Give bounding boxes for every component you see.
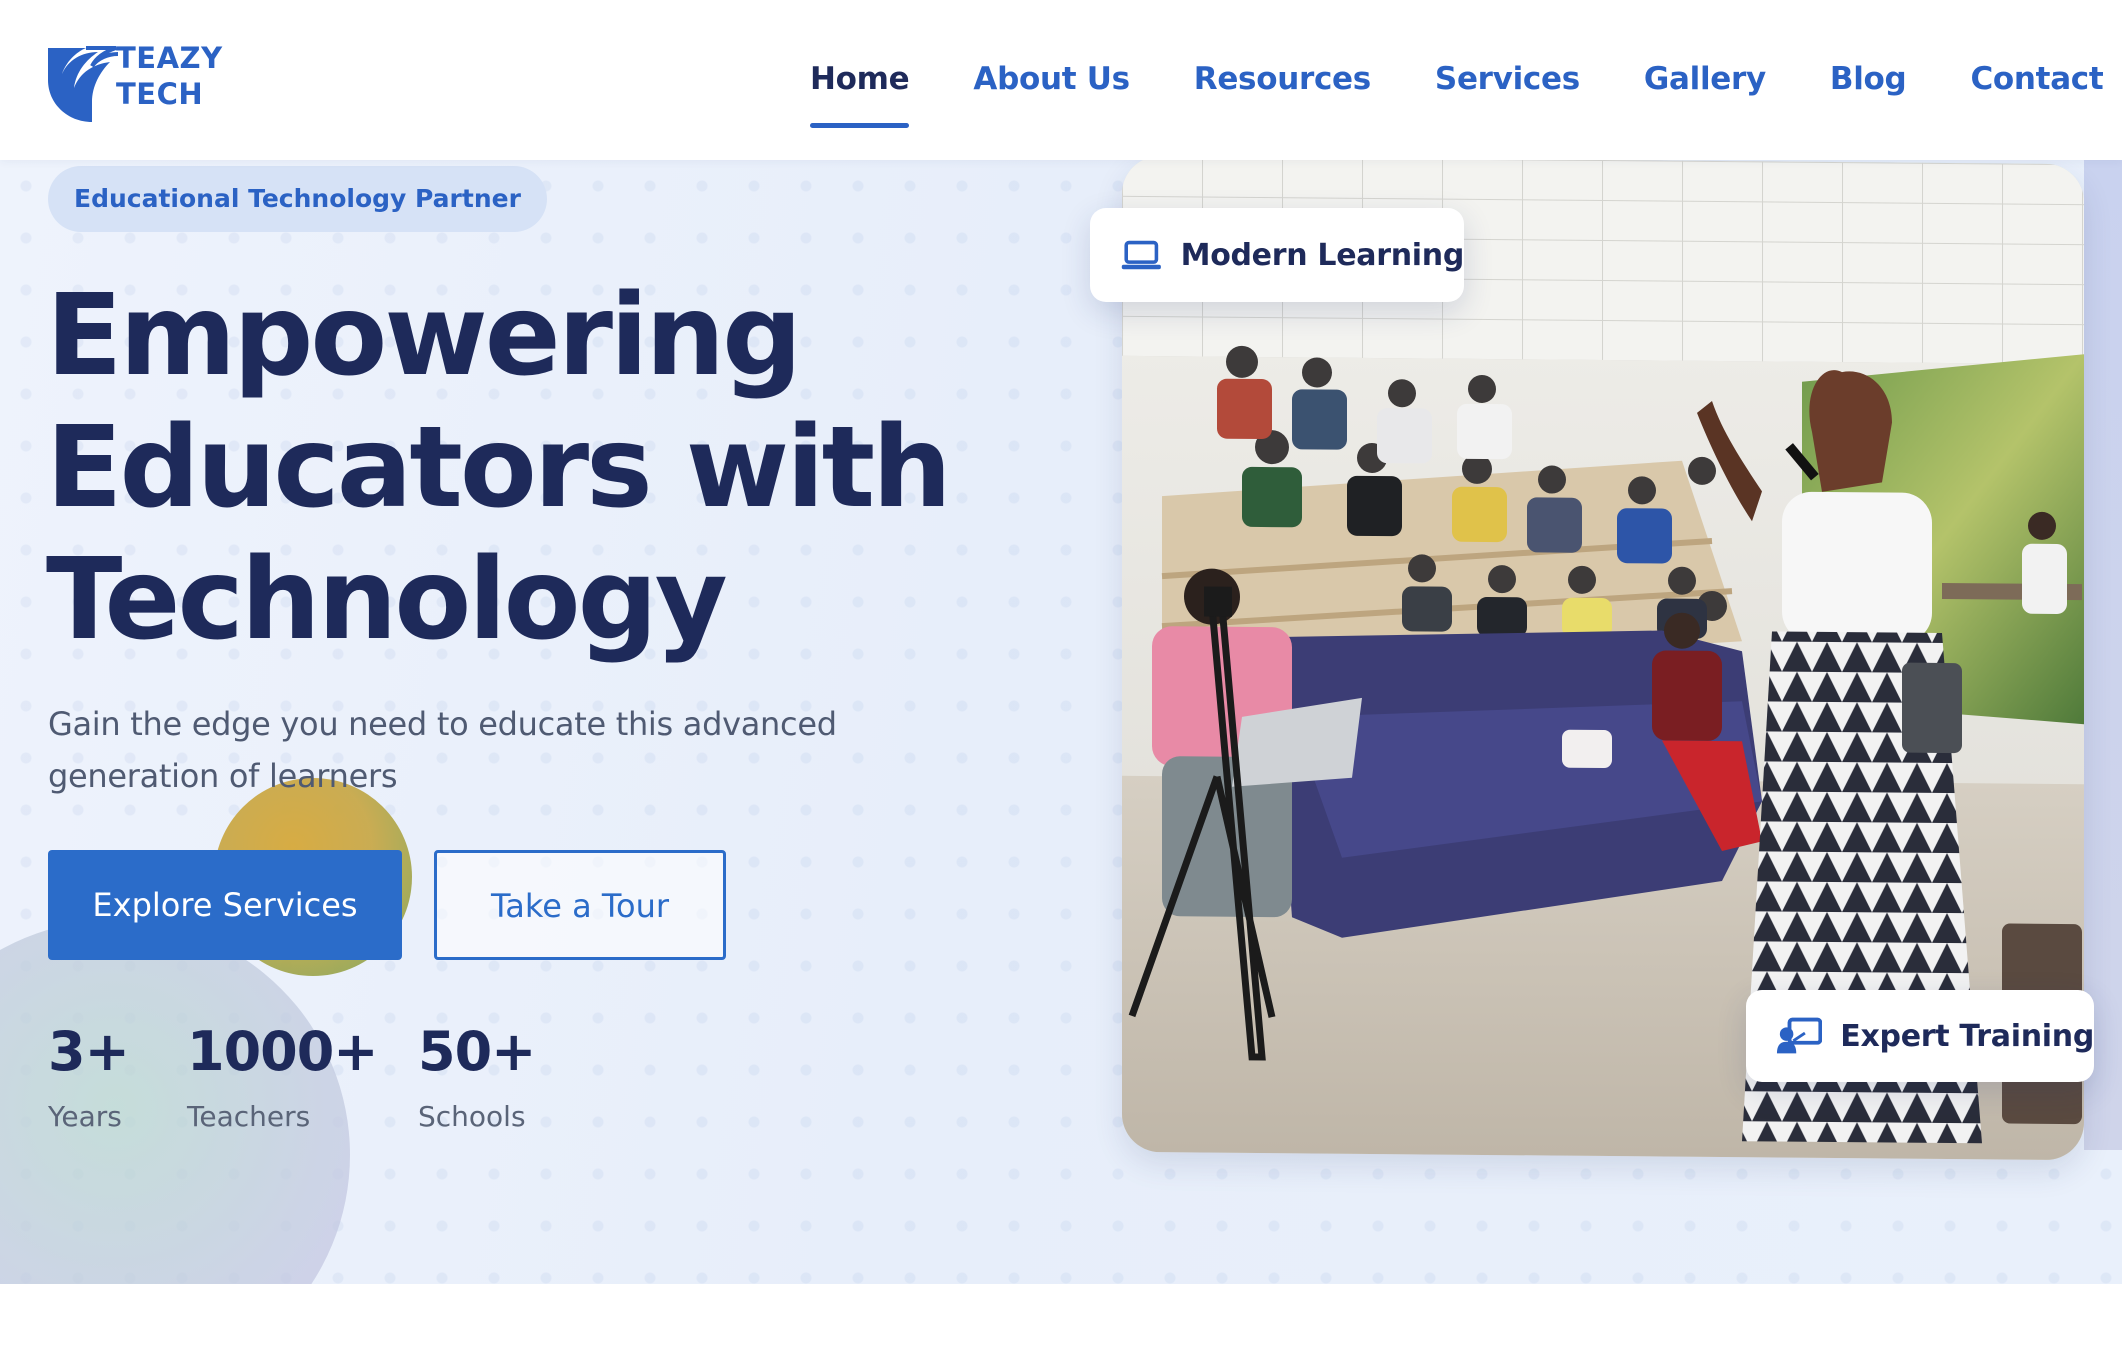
logo-mark-icon	[48, 46, 118, 122]
modern-learning-label: Modern Learning	[1180, 237, 1465, 273]
hero-subtext: Gain the edge you need to educate this a…	[48, 705, 837, 795]
main-nav: Home About Us Resources Services Gallery…	[810, 56, 2104, 128]
nav-contact[interactable]: Contact	[1970, 56, 2103, 106]
expert-training-badge: Expert Training	[1746, 990, 2094, 1082]
stat-label: Teachers	[187, 1100, 311, 1133]
logo[interactable]: TEAZY TECH	[46, 38, 222, 124]
take-a-tour-button[interactable]: Take a Tour	[434, 850, 726, 960]
stat-schools: 50+ Schools	[418, 1020, 536, 1134]
stat-years: 3+ Years	[48, 1020, 130, 1134]
explore-services-button[interactable]: Explore Services	[48, 850, 402, 960]
stat-value: 1000+	[187, 1020, 379, 1083]
nav-services[interactable]: Services	[1435, 56, 1580, 106]
headline-line-2: Educators with	[46, 403, 952, 533]
expert-training-label: Expert Training	[1840, 1018, 2094, 1054]
modern-learning-badge: Modern Learning	[1090, 208, 1464, 302]
hero-section: Educational Technology Partner Empowerin…	[0, 160, 2122, 1284]
nav-about-us[interactable]: About Us	[973, 56, 1130, 106]
logo-text: TEAZY TECH	[116, 41, 223, 111]
eyebrow-badge: Educational Technology Partner	[48, 166, 547, 232]
nav-home[interactable]: Home	[810, 56, 910, 128]
stat-value: 3+	[48, 1020, 130, 1083]
laptop-icon	[1121, 240, 1161, 270]
site-header: TEAZY TECH Home About Us Resources Servi…	[0, 0, 2122, 160]
headline-line-3: Technology	[46, 535, 728, 665]
stat-value: 50+	[418, 1020, 536, 1083]
nav-gallery[interactable]: Gallery	[1644, 56, 1766, 106]
presenter-icon	[1776, 1017, 1823, 1054]
stat-label: Years	[48, 1100, 122, 1133]
stat-label: Schools	[418, 1100, 526, 1133]
headline-line-1: Empowering	[46, 271, 802, 401]
stat-teachers: 1000+ Teachers	[187, 1020, 379, 1134]
nav-resources[interactable]: Resources	[1194, 56, 1371, 106]
hero-headline: Empowering Educators with Technology	[46, 270, 1006, 666]
nav-blog[interactable]: Blog	[1830, 56, 1907, 106]
